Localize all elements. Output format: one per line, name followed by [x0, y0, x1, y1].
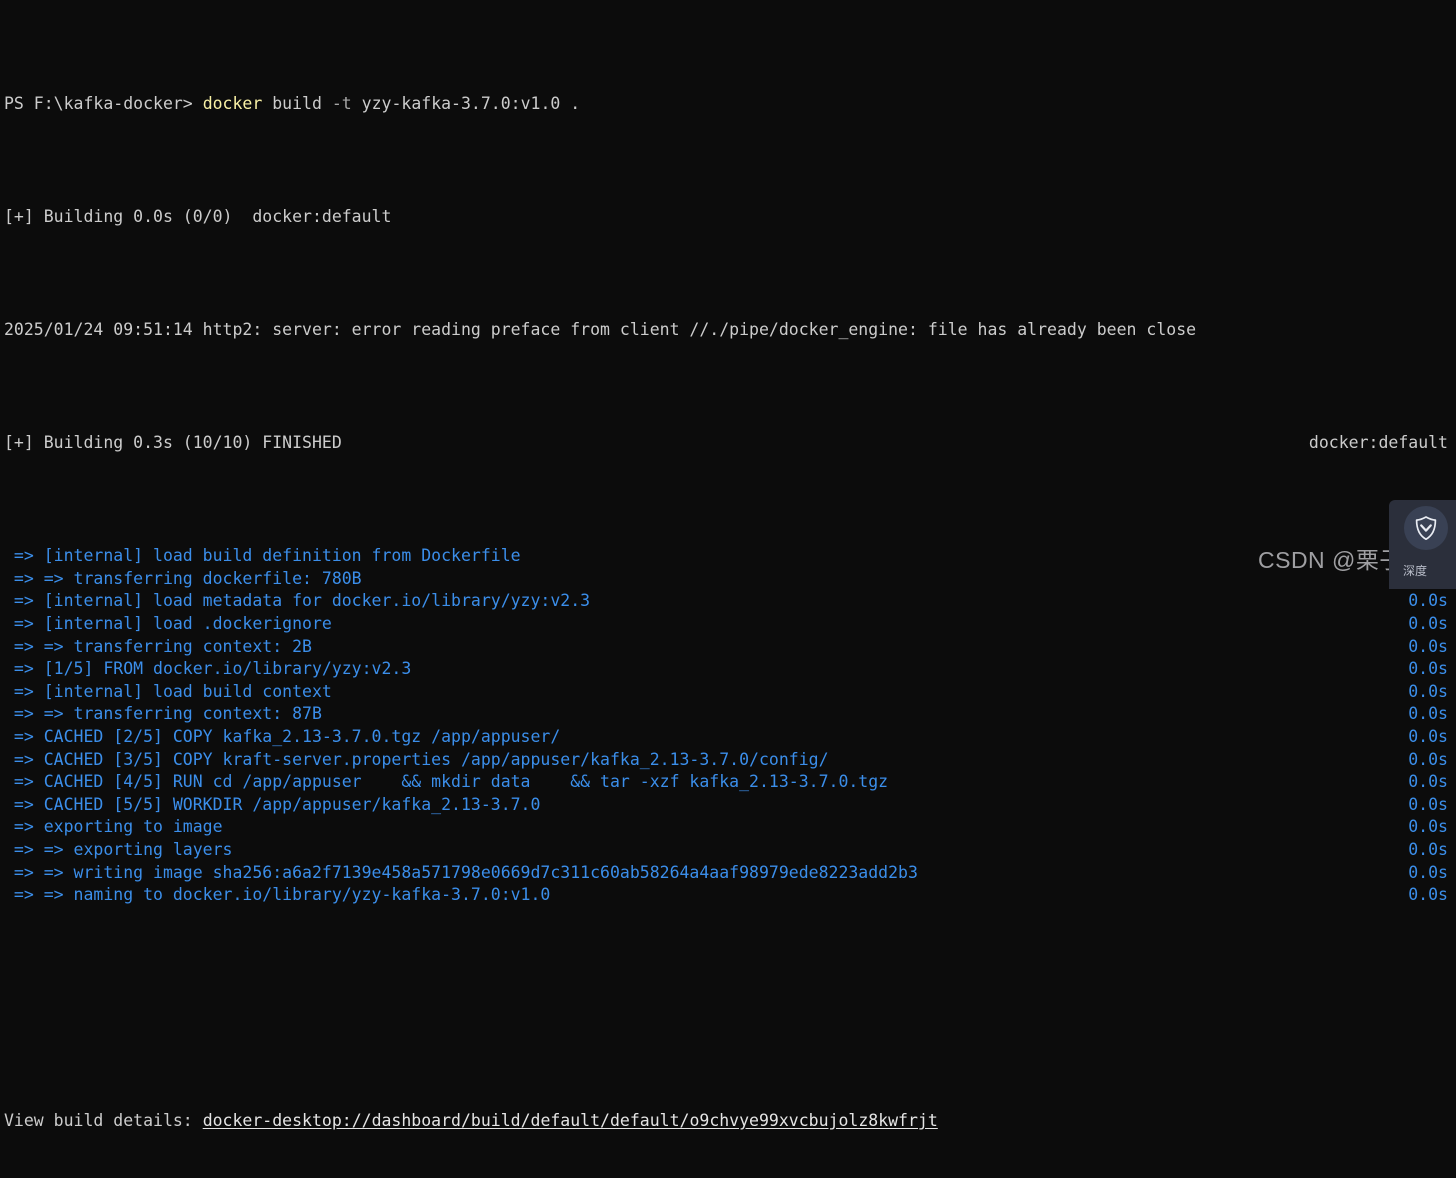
shell-prompt: PS F:\kafka-docker>	[4, 94, 193, 114]
build-details-url[interactable]: docker-desktop://dashboard/build/default…	[203, 1111, 938, 1130]
build-step-duration: 0.0s	[1408, 862, 1448, 882]
build-step-row: => => transferring context: 2B 0.0s	[4, 636, 1456, 659]
build-step-duration: 0.0s	[1408, 749, 1448, 769]
build-step-row: => [internal] load .dockerignore 0.0s	[4, 613, 1456, 636]
command-args-post: yzy-kafka-3.7.0:v1.0 .	[351, 94, 581, 114]
build-step-text: => [internal] load .dockerignore	[4, 614, 332, 634]
build-step-text: => CACHED [4/5] RUN cd /app/appuser && m…	[4, 772, 889, 792]
docker-default-tag: docker:default	[1308, 433, 1448, 453]
build-step-text: => => transferring context: 2B	[4, 636, 312, 656]
build-details-line: View build details: docker-desktop://das…	[4, 1110, 1456, 1133]
build-step-duration: 0.0s	[1408, 727, 1448, 746]
shield-icon	[1404, 506, 1448, 550]
build-step-row: => => transferring context: 87B 0.0s	[4, 703, 1456, 726]
build-details-label: View build details:	[4, 1111, 203, 1131]
command-flag: -t	[331, 94, 352, 114]
status-line-http2-error: 2025/01/24 09:51:14 http2: server: error…	[4, 320, 1197, 340]
build-step-text: => => naming to docker.io/library/yzy-ka…	[4, 885, 551, 905]
build-step-duration: 0.0s	[1408, 614, 1448, 634]
build-step-row: => => exporting layers 0.0s	[4, 839, 1456, 862]
build-step-duration: 0.0s	[1408, 704, 1448, 724]
command-args-pre: build	[262, 94, 332, 114]
build-step-row: => [internal] load build context 0.0s	[4, 681, 1456, 704]
security-widget[interactable]: 深度	[1389, 500, 1456, 589]
build-step-text: => [1/5] FROM docker.io/library/yzy:v2.3	[4, 659, 412, 679]
security-widget-label: 深度	[1403, 564, 1428, 578]
build-step-duration: 0.0s	[1408, 636, 1448, 656]
build-step-row: => CACHED [4/5] RUN cd /app/appuser && m…	[4, 771, 1456, 794]
build-step-duration: 0.0s	[1408, 681, 1448, 701]
build-step-text: => [internal] load build definition from…	[4, 546, 521, 566]
build-step-row: => [1/5] FROM docker.io/library/yzy:v2.3…	[4, 658, 1456, 681]
build-step-text: => => writing image sha256:a6a2f7139e458…	[4, 862, 918, 882]
build-step-text: => CACHED [2/5] COPY kafka_2.13-3.7.0.tg…	[4, 727, 561, 746]
terminal-output[interactable]: PS F:\kafka-docker> docker build -t yzy-…	[0, 0, 1456, 1130]
status-line-building-start: [+] Building 0.0s (0/0) docker:default	[4, 207, 392, 227]
command-line: PS F:\kafka-docker> docker build -t yzy-…	[4, 93, 1456, 116]
build-step-text: => => transferring context: 87B	[4, 704, 322, 724]
build-step-row: => exporting to image 0.0s	[4, 816, 1456, 839]
build-step-text: => CACHED [3/5] COPY kraft-server.proper…	[4, 749, 829, 769]
build-step-text: => => transferring dockerfile: 780B	[4, 568, 362, 588]
build-step-duration: 0.0s	[1408, 839, 1448, 859]
build-step-row: => [internal] load metadata for docker.i…	[4, 590, 1456, 613]
build-step-duration: 0.0s	[1408, 772, 1448, 792]
command-name: docker	[202, 94, 263, 114]
status-line-building-finished: [+] Building 0.3s (10/10) FINISHED docker…	[4, 432, 1456, 455]
build-step-row: => CACHED [2/5] COPY kafka_2.13-3.7.0.tg…	[4, 726, 1456, 749]
build-finished-text: [+] Building 0.3s (10/10) FINISHED	[4, 433, 342, 453]
build-step-duration: 0.0s	[1408, 817, 1448, 837]
build-step-row: => => transferring dockerfile: 780B0.0s	[4, 568, 1456, 591]
build-step-duration: 0.0s	[1408, 885, 1448, 905]
build-step-list: => [internal] load build definition from…	[4, 545, 1456, 907]
build-step-text: => exporting to image	[4, 817, 223, 837]
build-step-row: => => naming to docker.io/library/yzy-ka…	[4, 884, 1456, 907]
build-step-text: => CACHED [5/5] WORKDIR /app/appuser/kaf…	[4, 794, 541, 814]
build-step-duration: 0.0s	[1408, 794, 1448, 814]
build-step-text: => [internal] load build context	[4, 681, 332, 701]
build-step-text: => => exporting layers	[4, 839, 233, 859]
build-step-row: => CACHED [5/5] WORKDIR /app/appuser/kaf…	[4, 794, 1456, 817]
build-step-row: => CACHED [3/5] COPY kraft-server.proper…	[4, 749, 1456, 772]
build-step-text: => [internal] load metadata for docker.i…	[4, 591, 591, 611]
build-step-row: => => writing image sha256:a6a2f7139e458…	[4, 862, 1456, 885]
build-step-row: => [internal] load build definition from…	[4, 545, 1456, 568]
build-step-duration: 0.0s	[1408, 591, 1448, 611]
build-step-duration: 0.0s	[1408, 659, 1448, 679]
